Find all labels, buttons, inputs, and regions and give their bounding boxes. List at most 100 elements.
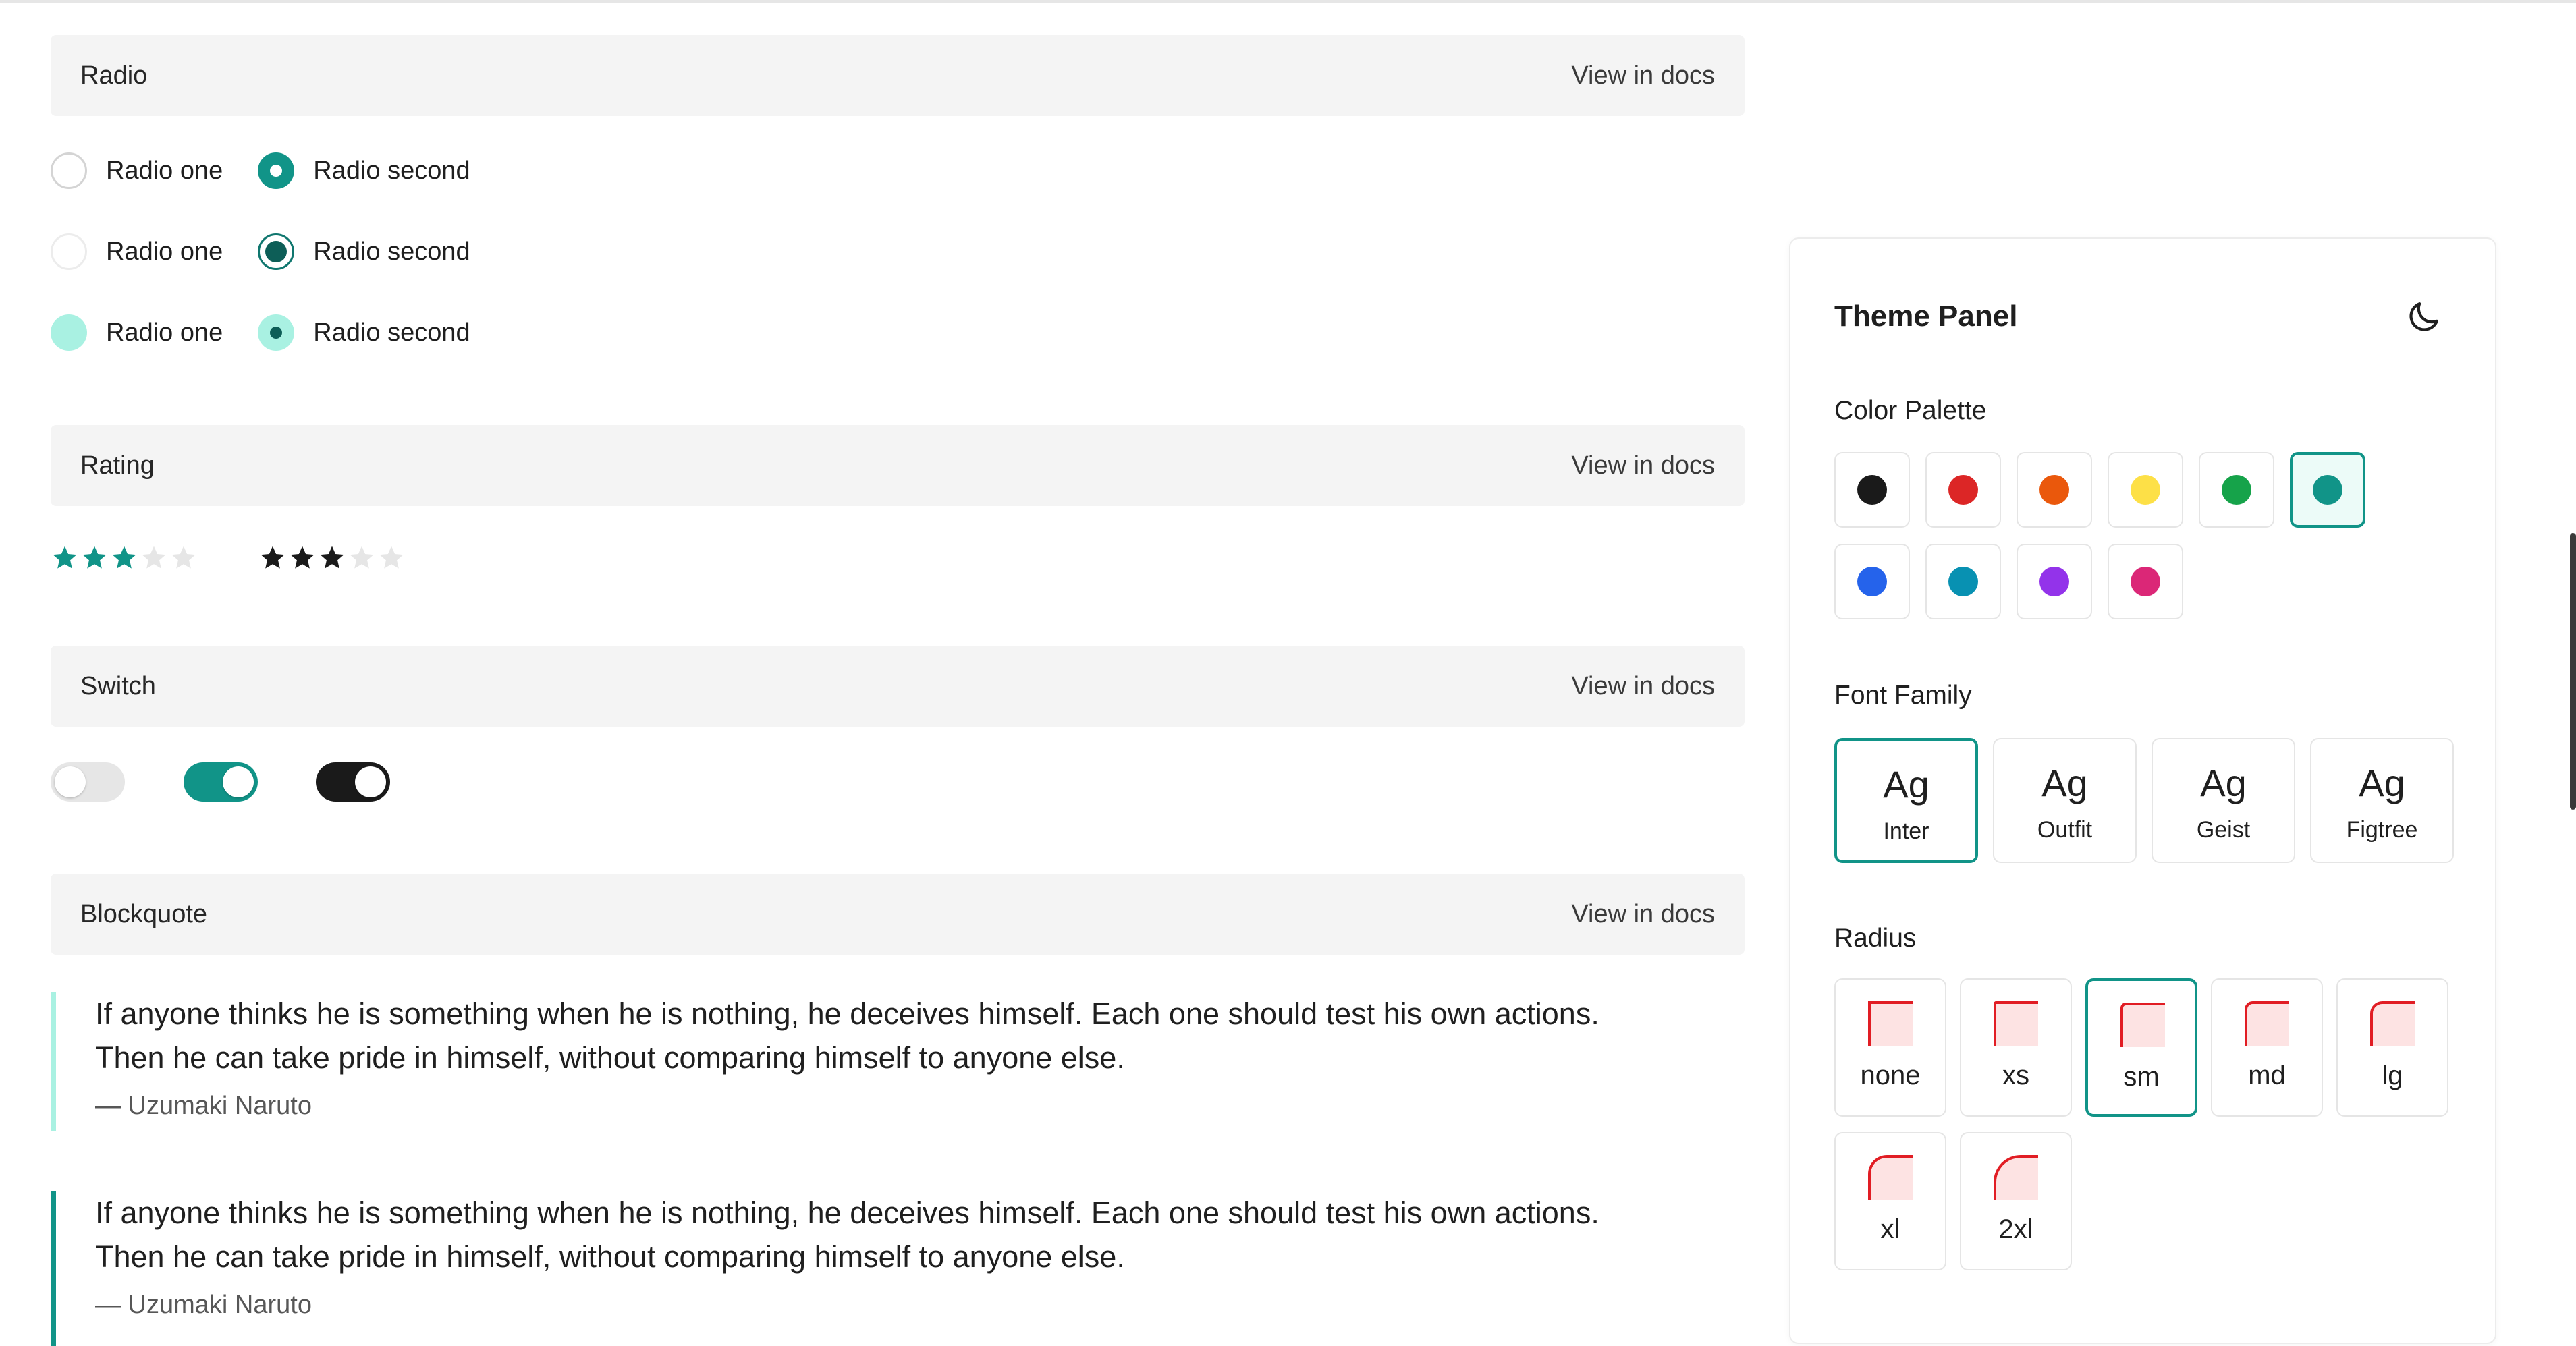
radio-label: Radio second (313, 156, 470, 185)
color-swatch-orange[interactable] (2017, 452, 2092, 528)
theme-panel: Theme Panel Color Palette Font Family Ag… (1789, 237, 2496, 1344)
switch-knob (355, 766, 386, 797)
radius-option-2xl[interactable]: 2xl (1960, 1132, 2072, 1270)
color-palette-label: Color Palette (1834, 396, 1987, 425)
color-swatch-blue[interactable] (1834, 544, 1910, 619)
radio-label: Radio one (106, 318, 223, 347)
color-dot (2039, 475, 2069, 505)
view-in-docs-link-switch[interactable]: View in docs (1571, 672, 1715, 701)
star-filled-icon[interactable] (110, 544, 138, 572)
radio-circle-checked[interactable] (258, 233, 295, 270)
star-filled-icon[interactable] (288, 544, 317, 572)
color-swatch-purple[interactable] (2017, 544, 2092, 619)
color-swatch-red[interactable] (1925, 452, 2001, 528)
radio-circle-unchecked[interactable] (51, 314, 87, 351)
star-filled-icon[interactable] (258, 544, 287, 572)
section-title-radio: Radio (80, 61, 148, 90)
rating-section-header: Rating View in docs (51, 425, 1745, 506)
radius-preview (1994, 1155, 2038, 1200)
section-title-rating: Rating (80, 451, 155, 480)
star-rating-dark[interactable] (258, 541, 407, 575)
color-dot (2222, 475, 2251, 505)
radius-preview (1868, 1155, 1913, 1200)
radius-option-xs[interactable]: xs (1960, 978, 2072, 1117)
view-in-docs-link-blockquote[interactable]: View in docs (1571, 900, 1715, 929)
radio-label: Radio second (313, 318, 470, 347)
font-family-label: Font Family (1834, 681, 1972, 710)
radio-label: Radio one (106, 237, 223, 266)
font-sample: Ag (2200, 762, 2247, 804)
view-in-docs-link-rating[interactable]: View in docs (1571, 451, 1715, 480)
radio-circle-checked[interactable] (258, 314, 295, 351)
radio-option-second[interactable]: Radio second (258, 314, 470, 351)
radio-row-outline: Radio one Radio second (51, 150, 505, 191)
font-sample: Ag (2359, 762, 2405, 804)
radio-row-soft: Radio one Radio second (51, 312, 505, 353)
radius-name: lg (2382, 1061, 2403, 1090)
radius-option-sm[interactable]: sm (2085, 978, 2197, 1117)
radius-name: none (1860, 1061, 1921, 1090)
radius-name: md (2248, 1061, 2286, 1090)
star-empty-icon[interactable] (348, 544, 376, 572)
radius-option-md[interactable]: md (2211, 978, 2323, 1117)
star-filled-icon[interactable] (80, 544, 109, 572)
font-option-figtree[interactable]: Ag Figtree (2310, 738, 2454, 863)
color-dot (1948, 567, 1978, 596)
moon-icon[interactable] (2405, 298, 2442, 336)
theme-panel-title: Theme Panel (1834, 300, 2018, 333)
radius-option-xl[interactable]: xl (1834, 1132, 1946, 1270)
font-option-outfit[interactable]: Ag Outfit (1993, 738, 2137, 863)
toggle-switch-on-teal[interactable] (184, 762, 258, 802)
radio-option-one[interactable]: Radio one (51, 233, 223, 270)
color-dot (2131, 475, 2160, 505)
radius-preview (1868, 1001, 1913, 1046)
radius-preview (2120, 1003, 2165, 1047)
radio-option-one[interactable]: Radio one (51, 152, 223, 189)
blockquote-bar (51, 1191, 56, 1346)
blockquote-text-line: If anyone thinks he is something when he… (95, 1196, 1599, 1230)
blockquote-bar (51, 992, 56, 1131)
color-swatch-pink[interactable] (2108, 544, 2183, 619)
color-swatch-black[interactable] (1834, 452, 1910, 528)
font-sample: Ag (1883, 763, 1929, 806)
top-divider (0, 0, 2576, 3)
radius-option-lg[interactable]: lg (2336, 978, 2448, 1117)
radio-circle-checked[interactable] (258, 152, 295, 189)
color-dot (2313, 475, 2342, 505)
star-empty-icon[interactable] (169, 544, 198, 572)
radius-name: xl (1880, 1214, 1900, 1244)
radius-preview (1994, 1001, 2038, 1046)
star-empty-icon[interactable] (140, 544, 168, 572)
star-filled-icon[interactable] (318, 544, 346, 572)
radio-label: Radio one (106, 156, 223, 185)
radius-option-none[interactable]: none (1834, 978, 1946, 1117)
switch-knob (55, 766, 86, 797)
section-title-switch: Switch (80, 671, 156, 700)
toggle-switch-off[interactable] (51, 762, 125, 802)
star-empty-icon[interactable] (377, 544, 406, 572)
radius-name: xs (2002, 1061, 2029, 1090)
font-option-geist[interactable]: Ag Geist (2152, 738, 2295, 863)
font-option-inter[interactable]: Ag Inter (1834, 738, 1978, 863)
star-rating-teal[interactable] (51, 541, 199, 575)
toggle-switch-on-dark[interactable] (316, 762, 390, 802)
color-swatch-teal[interactable] (2290, 452, 2365, 528)
color-swatch-yellow[interactable] (2108, 452, 2183, 528)
radio-circle-unchecked[interactable] (51, 233, 87, 270)
radio-circle-unchecked[interactable] (51, 152, 87, 189)
radius-name: 2xl (1998, 1214, 2033, 1244)
font-name: Figtree (2346, 817, 2418, 843)
view-in-docs-link-radio[interactable]: View in docs (1571, 61, 1715, 90)
color-swatch-green[interactable] (2199, 452, 2274, 528)
radio-option-second[interactable]: Radio second (258, 152, 470, 189)
radio-option-one[interactable]: Radio one (51, 314, 223, 351)
font-name: Outfit (2037, 817, 2093, 843)
radio-option-second[interactable]: Radio second (258, 233, 470, 270)
radius-label: Radius (1834, 924, 1917, 953)
blockquote-author: — Uzumaki Naruto (95, 1092, 312, 1120)
star-filled-icon[interactable] (51, 544, 79, 572)
switch-section-header: Switch View in docs (51, 646, 1745, 727)
scrollbar-thumb[interactable] (2570, 533, 2576, 810)
color-dot (2039, 567, 2069, 596)
color-swatch-cyan[interactable] (1925, 544, 2001, 619)
